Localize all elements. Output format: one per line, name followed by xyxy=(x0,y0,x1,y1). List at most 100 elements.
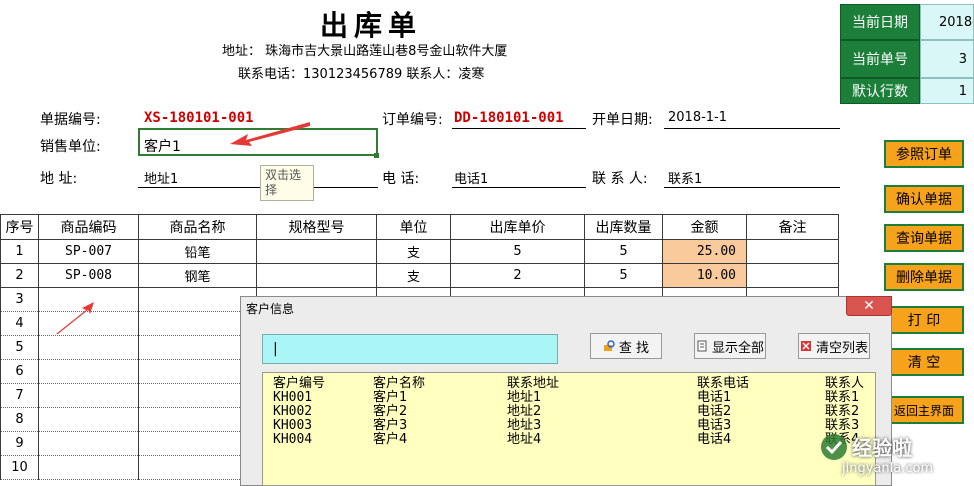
table-cell[interactable]: 10 xyxy=(0,455,39,480)
watermark-line2: jingyanla.com xyxy=(842,461,934,476)
list-cell: 电话4 xyxy=(697,432,732,447)
show-all-label: 显示全部 xyxy=(711,340,764,356)
close-icon[interactable]: ✕ xyxy=(846,296,892,316)
list-item[interactable]: KH002 客户2 地址2 电话2 联系2 xyxy=(273,405,873,419)
table-cell[interactable]: SP-007 xyxy=(38,239,139,264)
table-cell[interactable] xyxy=(256,239,377,264)
sales-unit-value[interactable]: 客户1 xyxy=(144,136,181,156)
list-cell: 联系3 xyxy=(825,418,860,433)
print-button[interactable]: 打 印 xyxy=(884,306,964,334)
doc-no-label: 单据编号: xyxy=(40,112,101,128)
current-no-label: 当前单号 xyxy=(840,40,920,78)
tel-underline xyxy=(452,187,586,188)
list-item[interactable]: KH001 客户1 地址1 电话1 联系1 xyxy=(273,391,873,405)
col-header[interactable]: 备注 xyxy=(746,214,839,240)
col-header[interactable]: 单位 xyxy=(376,214,451,240)
table-cell[interactable]: 支 xyxy=(376,263,451,288)
table-cell[interactable]: 3 xyxy=(0,287,39,312)
order-no-label: 订单编号: xyxy=(382,112,443,128)
table-cell[interactable]: 钢笔 xyxy=(138,263,257,288)
tel-value[interactable]: 电话1 xyxy=(454,168,488,187)
address-value[interactable]: 地址1 xyxy=(144,168,178,187)
clear-icon xyxy=(800,341,811,351)
fill-handle[interactable] xyxy=(374,153,379,158)
find-button[interactable]: 查 找 xyxy=(590,333,662,359)
table-cell[interactable]: 8 xyxy=(0,407,39,432)
table-cell[interactable] xyxy=(746,263,839,288)
table-cell[interactable]: 25.00 xyxy=(662,239,747,264)
watermark: 经验啦 jingyanla.com xyxy=(820,432,933,476)
person-underline xyxy=(664,187,840,188)
table-cell[interactable]: 10.00 xyxy=(662,263,747,288)
list-cell: 电话3 xyxy=(697,418,732,433)
delete-doc-button[interactable]: 删除单据 xyxy=(884,263,964,291)
table-cell[interactable]: 5 xyxy=(0,335,39,360)
list-col: 客户名称 xyxy=(373,376,426,391)
col-header[interactable]: 序号 xyxy=(0,214,39,240)
col-header[interactable]: 商品名称 xyxy=(138,214,257,240)
show-all-button[interactable]: 显示全部 xyxy=(694,333,766,359)
person-value[interactable]: 联系1 xyxy=(668,168,702,187)
comment-tooltip: 双击选择 xyxy=(260,165,314,201)
list-cell: 电话1 xyxy=(697,390,732,405)
list-col: 联系人 xyxy=(825,376,865,391)
table-cell[interactable]: 1 xyxy=(0,239,39,264)
list-cell: 联系1 xyxy=(825,390,860,405)
table-cell[interactable] xyxy=(746,239,839,264)
table-cell[interactable]: 6 xyxy=(0,359,39,384)
col-header[interactable]: 规格型号 xyxy=(256,214,377,240)
page-title: 出库单 xyxy=(320,9,423,42)
col-header[interactable]: 商品编码 xyxy=(38,214,139,240)
table-row: 2 SP-008 钢笔 支 2 5 10.00 xyxy=(0,263,839,288)
table-header-row: 序号 商品编码 商品名称 规格型号 单位 出库单价 出库数量 金额 备注 xyxy=(0,214,839,240)
customer-search-input[interactable]: | xyxy=(262,334,558,364)
address-underline xyxy=(138,187,378,188)
table-cell[interactable]: 支 xyxy=(376,239,451,264)
query-doc-button[interactable]: 查询单据 xyxy=(884,224,964,252)
list-cell: KH001 xyxy=(273,390,313,405)
list-cell: 地址3 xyxy=(507,418,542,433)
list-cell: 客户1 xyxy=(373,390,408,405)
col-header[interactable]: 出库数量 xyxy=(584,214,663,240)
table-cell[interactable] xyxy=(256,263,377,288)
table-cell[interactable]: 5 xyxy=(584,239,663,264)
default-rows-value[interactable]: 1 xyxy=(920,78,974,104)
order-no-value[interactable]: DD-180101-001 xyxy=(454,110,564,126)
date-underline xyxy=(664,128,840,129)
table-cell[interactable]: 铅笔 xyxy=(138,239,257,264)
checkmark-logo-icon xyxy=(821,433,847,460)
date-label: 开单日期: xyxy=(592,112,653,128)
col-header[interactable]: 金额 xyxy=(662,214,747,240)
list-col: 联系地址 xyxy=(507,376,560,391)
list-cell: 电话2 xyxy=(697,404,732,419)
clear-button[interactable]: 清 空 xyxy=(884,348,964,376)
table-cell[interactable]: 7 xyxy=(0,383,39,408)
current-no-value[interactable]: 3 xyxy=(920,40,974,78)
current-date-value[interactable]: 2018- xyxy=(920,4,974,40)
table-row: 1 SP-007 铅笔 支 5 5 25.00 xyxy=(0,239,839,264)
list-col: 客户编号 xyxy=(273,376,326,391)
list-cell: 联系2 xyxy=(825,404,860,419)
confirm-doc-button[interactable]: 确认单据 xyxy=(884,185,964,213)
table-cell[interactable]: 5 xyxy=(584,263,663,288)
ref-order-button[interactable]: 参照订单 xyxy=(884,140,964,168)
list-cell: 地址1 xyxy=(507,390,542,405)
sales-unit-label: 销售单位: xyxy=(40,139,101,155)
customer-list[interactable]: 客户编号 客户名称 联系地址 联系电话 联系人 KH001 客户1 地址1 电话… xyxy=(262,372,876,486)
table-cell[interactable]: 2 xyxy=(0,263,39,288)
table-cell[interactable]: SP-008 xyxy=(38,263,139,288)
date-value[interactable]: 2018-1-1 xyxy=(668,110,727,125)
clear-list-button[interactable]: 清空列表 xyxy=(798,333,870,359)
list-cell: 地址4 xyxy=(507,432,542,447)
back-main-button[interactable]: 返回主界面 xyxy=(884,396,964,424)
table-cell[interactable]: 9 xyxy=(0,431,39,456)
list-item[interactable]: KH003 客户3 地址3 电话3 联系3 xyxy=(273,419,873,433)
table-cell[interactable]: 2 xyxy=(450,263,585,288)
list-cell: 客户4 xyxy=(373,432,408,447)
list-item[interactable]: KH004 客户4 地址4 电话4 联系4 xyxy=(273,433,873,447)
col-header[interactable]: 出库单价 xyxy=(450,214,585,240)
company-contact: 联系电话：130123456789 联系人：凌寒 xyxy=(238,67,485,82)
table-cell[interactable]: 4 xyxy=(0,311,39,336)
find-button-label: 查 找 xyxy=(618,340,650,356)
table-cell[interactable]: 5 xyxy=(450,239,585,264)
